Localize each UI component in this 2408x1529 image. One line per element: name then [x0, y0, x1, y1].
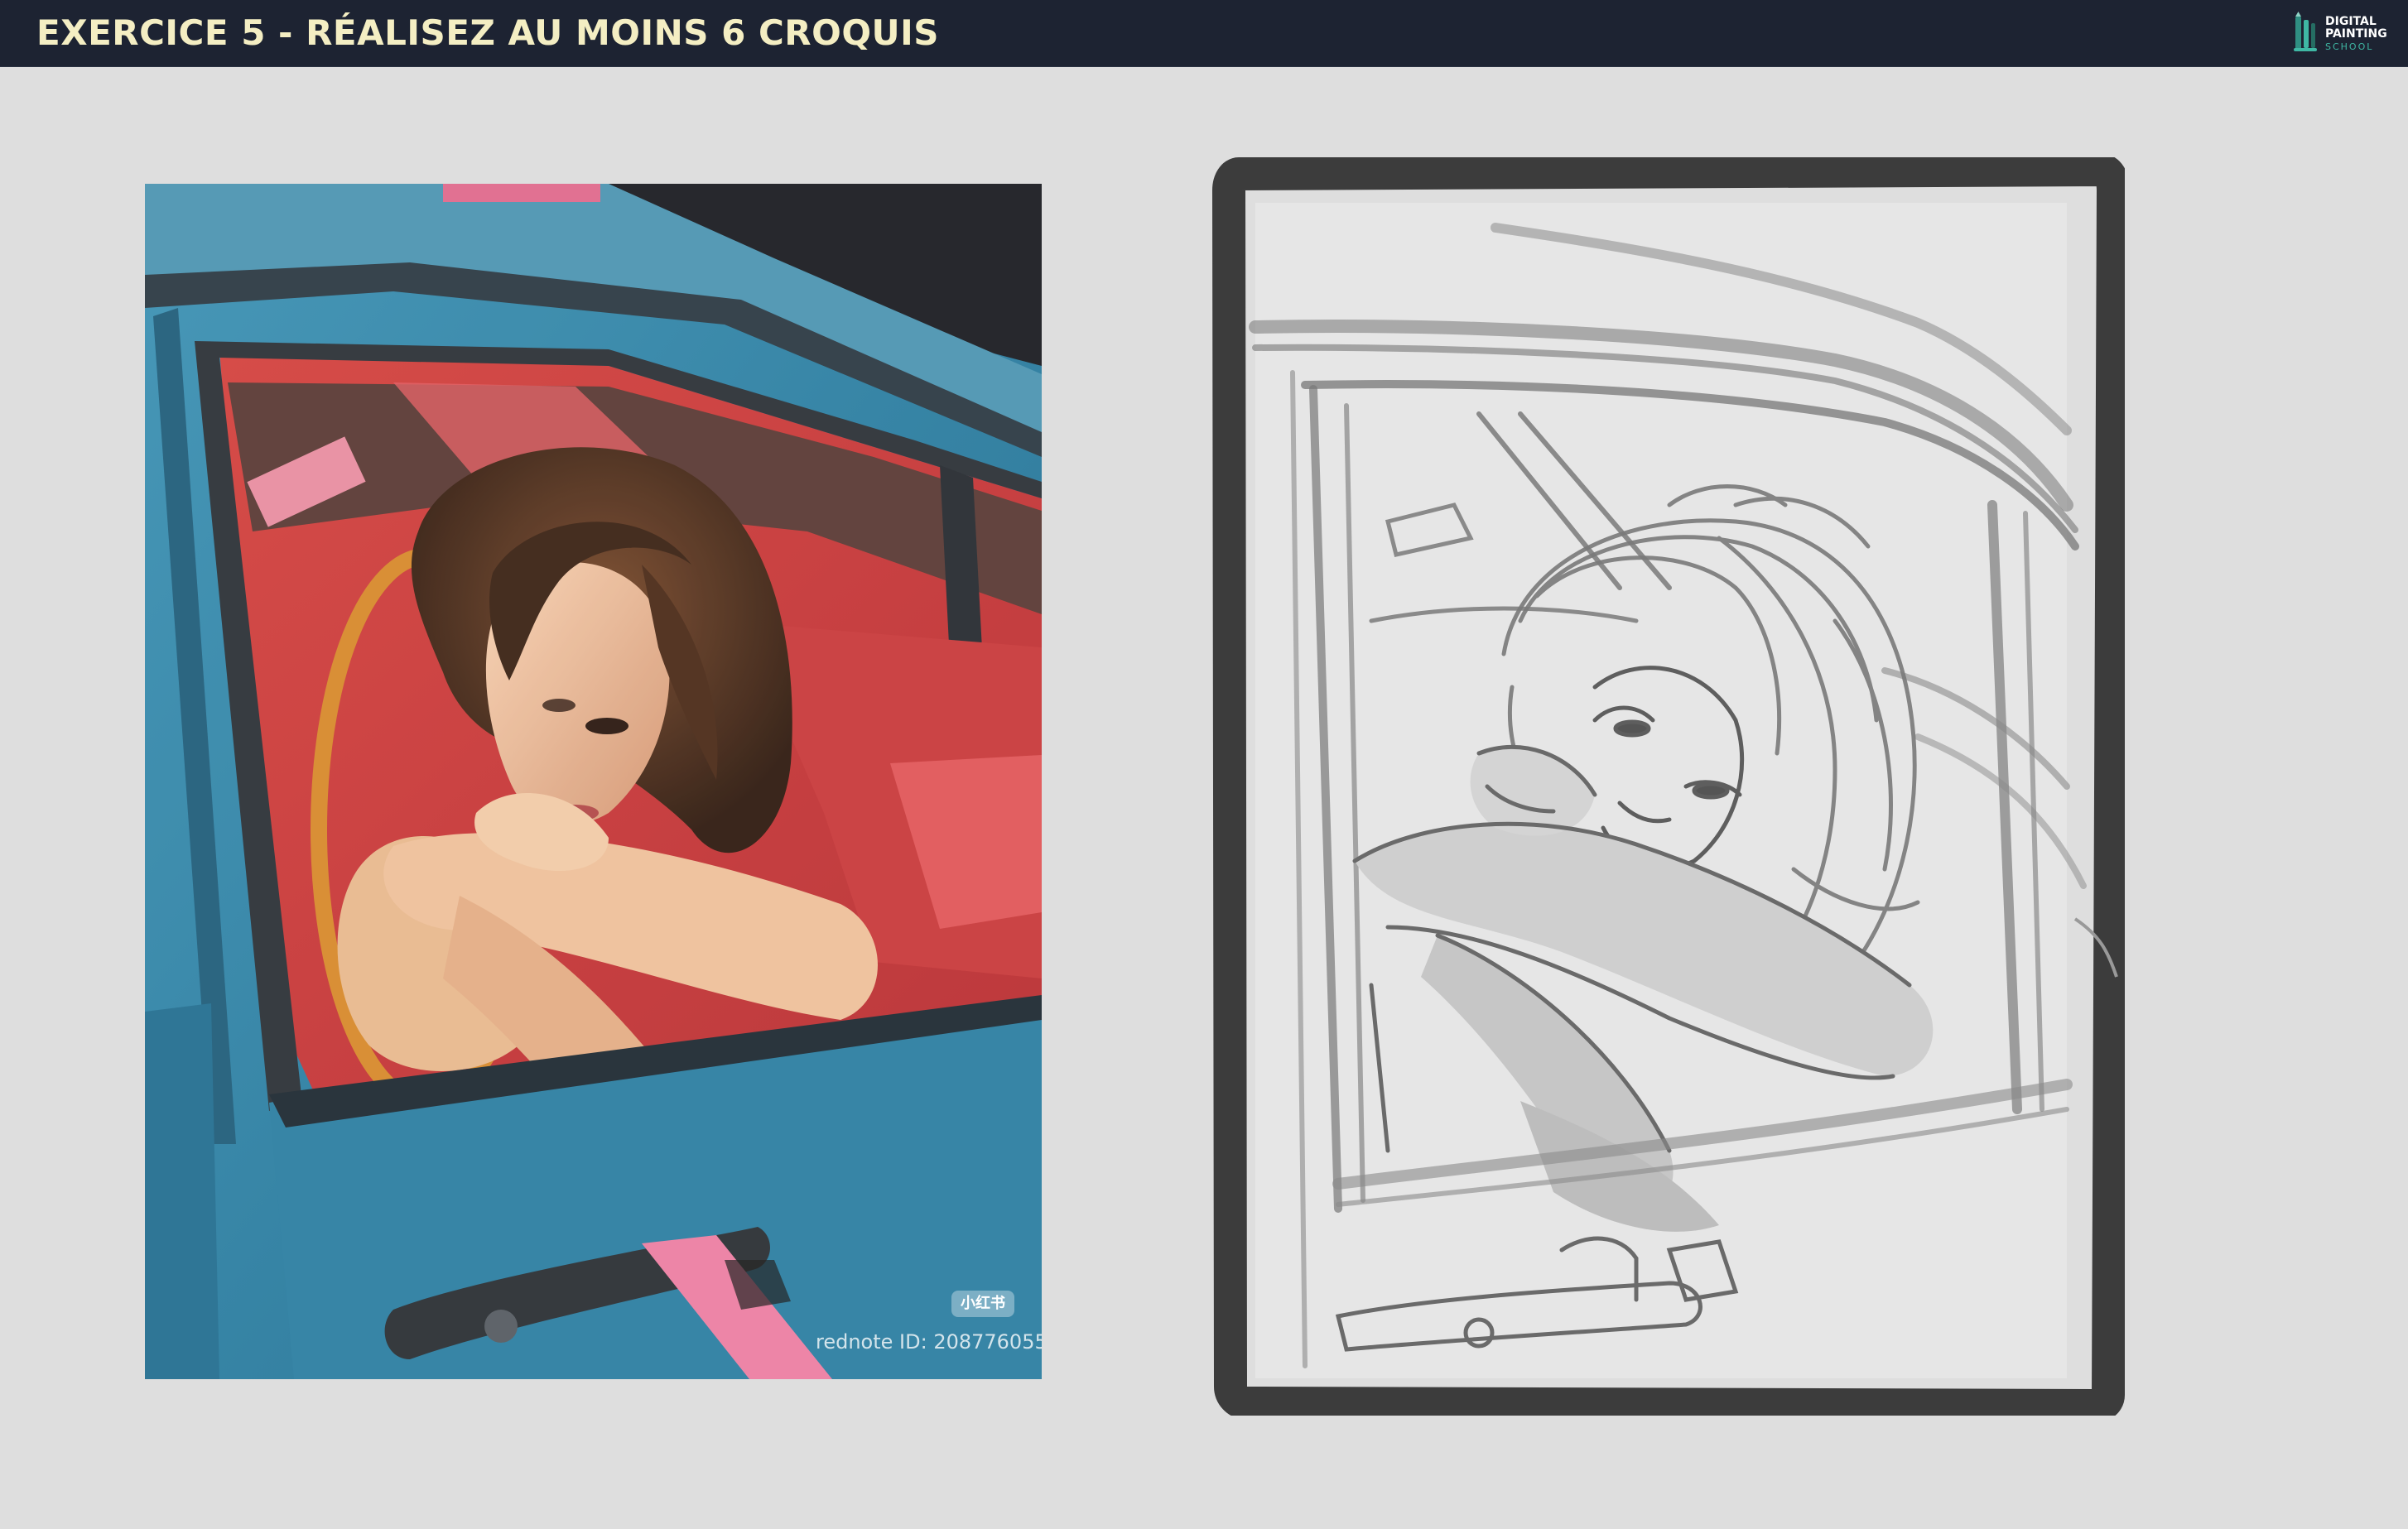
- logo-text-school: SCHOOL: [2325, 41, 2374, 52]
- slide: EXERCICE 5 - RÉALISEZ AU MOINS 6 CROQUIS…: [0, 0, 2408, 1529]
- reference-photo: 小红书 rednote ID: 208776055: [145, 184, 1042, 1379]
- paint-brush-pencil-icon: [2294, 12, 2317, 51]
- reference-photo-illustration: [145, 184, 1042, 1379]
- header-bar: EXERCICE 5 - RÉALISEZ AU MOINS 6 CROQUIS…: [0, 0, 2408, 67]
- logo-text-digital: DIGITAL: [2325, 15, 2377, 28]
- sketch-drawing: [1212, 157, 2125, 1416]
- rednote-watermark-id: rednote ID: 208776055: [816, 1330, 1042, 1354]
- school-logo: DIGITAL PAINTING SCHOOL: [2292, 12, 2390, 55]
- rednote-watermark-badge: 小红书: [951, 1291, 1014, 1317]
- gesture-sketch: [1206, 157, 2125, 1416]
- logo-text-painting: PAINTING: [2325, 27, 2387, 41]
- page-title: EXERCICE 5 - RÉALISEZ AU MOINS 6 CROQUIS: [36, 12, 940, 53]
